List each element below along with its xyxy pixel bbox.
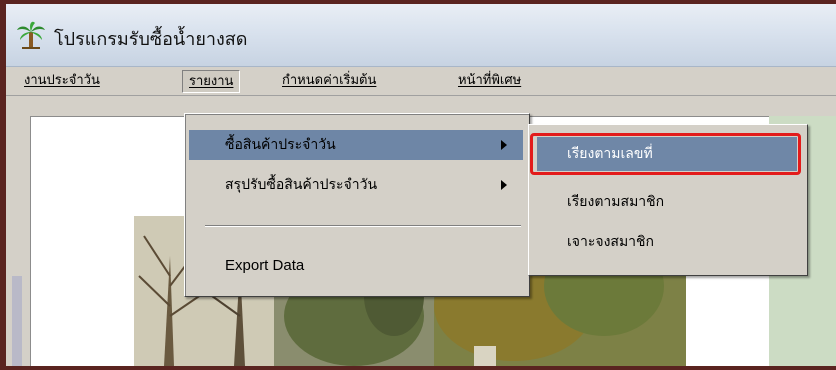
submenu-arrow-icon [501,180,507,190]
menu-bar: งานประจำวัน รายงาน กำหนดค่าเริ่มต้น หน้า… [6,67,836,96]
menu-item-label: ซื้อสินค้าประจำวัน [225,137,336,153]
menu-item-label: สรุปรับซื้อสินค้าประจำวัน [225,177,378,193]
menu-special[interactable]: หน้าที่พิเศษ [452,70,527,91]
menu-item-daily-purchase[interactable]: ซื้อสินค้าประจำวัน [189,130,523,160]
palm-tree-icon [17,21,45,49]
submenu-item-label: เรียงตามสมาชิก [567,194,665,210]
submenu-arrow-icon [501,140,507,150]
menu-daily-work[interactable]: งานประจำวัน [18,70,106,91]
submenu-item-label: เจาะจงสมาชิก [567,234,655,250]
callout-highlight-box [530,133,801,175]
left-strip [12,276,22,366]
menu-item-label: Export Data [225,257,305,274]
submenu-item-specific-member[interactable]: เจาะจงสมาชิก [537,225,797,259]
menu-defaults[interactable]: กำหนดค่าเริ่มต้น [276,70,382,91]
submenu-item-sort-by-member[interactable]: เรียงตามสมาชิก [537,185,797,219]
window-title: โปรแกรมรับซื้อน้ำยางสด [54,29,248,50]
menu-item-daily-summary[interactable]: สรุปรับซื้อสินค้าประจำวัน [189,170,523,200]
menu-report[interactable]: รายงาน [182,70,241,93]
report-dropdown-menu: ซื้อสินค้าประจำวัน สรุปรับซื้อสินค้าประจ… [184,113,530,297]
menu-item-export-data[interactable]: Export Data [189,251,523,281]
menu-separator [205,225,521,227]
title-bar[interactable]: โปรแกรมรับซื้อน้ำยางสด [6,4,836,67]
